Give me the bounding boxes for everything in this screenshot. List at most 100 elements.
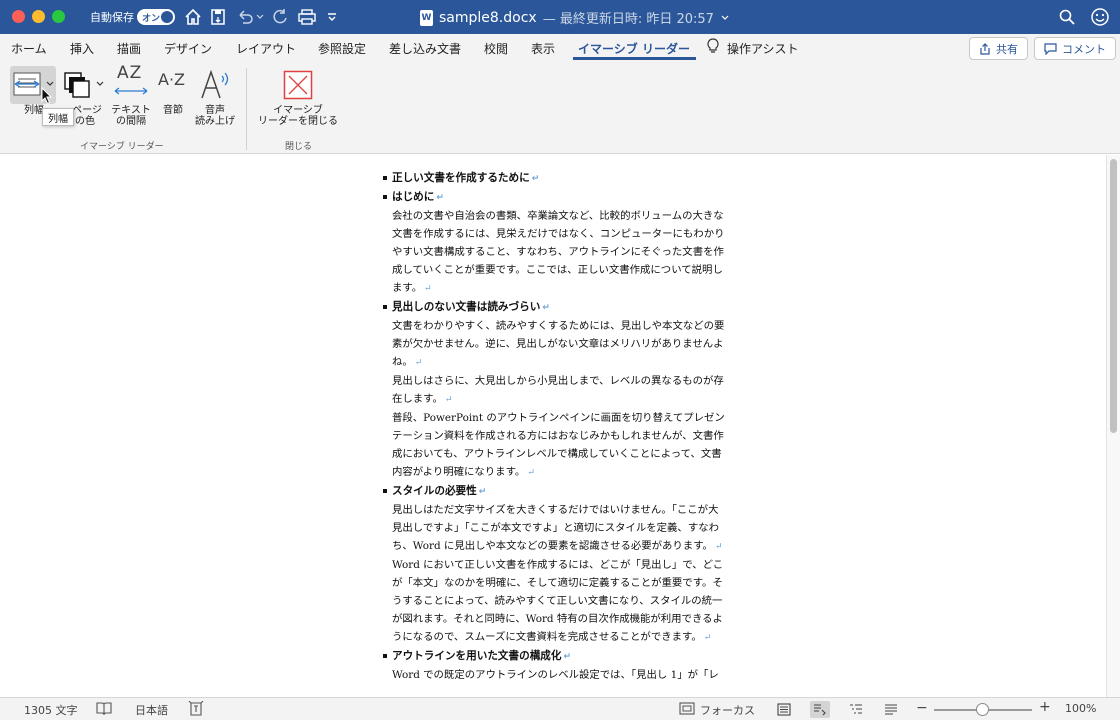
word-count[interactable]: 1305 文字 (24, 702, 78, 718)
print-layout-view-button[interactable] (774, 701, 794, 718)
autosave-toggle[interactable]: オン (137, 9, 175, 25)
read-aloud-button[interactable]: 音声 読み上げ (192, 62, 238, 127)
heading-2: はじめに ↵ (383, 188, 728, 207)
heading-5: アウトラインを用いた文書の構成化 ↵ (383, 647, 728, 666)
close-icon (283, 70, 313, 100)
paragraph-mark: ↵ (424, 284, 432, 294)
tab-draw[interactable]: 描画 (117, 40, 141, 57)
tab-references[interactable]: 参照設定 (318, 40, 366, 57)
accessibility-icon[interactable] (188, 700, 204, 720)
paragraph: 会社の文書や自治会の書類、卒業論文など、比較的ボリュームの大きな文書を作成するに… (383, 207, 728, 298)
syllables-label: 音節 (163, 105, 183, 116)
share-button[interactable]: 共有 (969, 37, 1028, 60)
paragraph: 普段、PowerPoint のアウトラインペインに画面を切り替えてプレゼンテーシ… (383, 409, 728, 482)
close-label-1: イマーシブ (273, 105, 323, 116)
tooltip: 列幅 (42, 108, 74, 126)
az-glyph: AZ (117, 63, 143, 83)
heading-3: 見出しのない文書は読みづらい ↵ (383, 298, 728, 317)
paragraph: Word において正しい文書を作成するには、どこが「見出し」で、どこが「本文」な… (383, 556, 728, 647)
ribbon-tab-bar: ホーム 挿入 描画 デザイン レイアウト 参照設定 差し込み文書 校閲 表示 イ… (0, 34, 1120, 62)
paragraph-mark: ↵ (527, 468, 535, 478)
tab-insert[interactable]: 挿入 (70, 40, 94, 57)
chevron-down-icon[interactable] (720, 13, 730, 23)
page-color-icon (64, 72, 104, 98)
zoom-level[interactable]: 100% (1065, 702, 1096, 715)
paragraph-mark: ↵ (531, 174, 540, 184)
autosave-label: 自動保存 (90, 11, 134, 24)
tab-review[interactable]: 校閲 (484, 40, 508, 57)
paragraph-mark: ↵ (478, 487, 487, 497)
undo-icon[interactable] (236, 6, 264, 28)
title-bar: 自動保存 オン W sample8.docx — 最終更新日時: 昨日 20:5… (0, 0, 1120, 34)
scrollbar-thumb[interactable] (1110, 159, 1117, 433)
focus-icon[interactable] (679, 702, 695, 718)
document-title: W sample8.docx — 最終更新日時: 昨日 20:57 (420, 8, 730, 27)
close-immersive-reader-button[interactable]: イマーシブ リーダーを閉じる (255, 62, 341, 128)
tab-design[interactable]: デザイン (164, 40, 212, 57)
paragraph-text: Word において正しい文書を作成するには、どこが「見出し」で、どこが「本文」な… (392, 559, 724, 643)
heading-text: 見出しのない文書は読みづらい (392, 301, 541, 313)
paragraph-mark: ↵ (542, 303, 550, 313)
immersive-view-icon (814, 704, 826, 716)
outline-view-button[interactable] (846, 701, 866, 718)
read-aloud-label-2: 読み上げ (195, 116, 235, 127)
home-icon[interactable] (184, 6, 202, 28)
paragraph-text: 文書をわかりやすく、読みやすくするためには、見出しや本文などの要素が欠かせません… (392, 320, 725, 368)
paragraph-mark: ↵ (414, 358, 423, 368)
paragraph-text: 会社の文書や自治会の書類、卒業論文など、比較的ボリュームの大きな文書を作成するに… (392, 210, 725, 294)
outline-view-icon (850, 704, 862, 714)
customize-icon[interactable] (326, 6, 338, 28)
autosave-state: オン (142, 14, 161, 24)
text-spacing-button[interactable]: AZ テキスト の間隔 (108, 62, 154, 128)
immersive-view-button[interactable] (810, 701, 830, 718)
vertical-scrollbar[interactable] (1106, 155, 1120, 697)
language[interactable]: 日本語 (135, 702, 168, 718)
close-label-2: リーダーを閉じる (258, 116, 338, 127)
redo-icon[interactable] (271, 6, 289, 28)
tab-mailings[interactable]: 差し込み文書 (389, 40, 461, 57)
word-file-icon: W (420, 9, 433, 26)
heading-1: 正しい文書を作成するために ↵ (383, 169, 728, 188)
column-width-label: 列幅 (24, 105, 44, 116)
paragraph: 文書をわかりやすく、読みやすくするためには、見出しや本文などの要素が欠かせません… (383, 317, 728, 372)
comment-button[interactable]: コメント (1034, 37, 1116, 60)
zoom-slider-thumb[interactable] (976, 703, 989, 716)
proofing-icon[interactable] (96, 701, 112, 719)
paragraph-mark: ↵ (703, 633, 712, 643)
lightbulb-icon (706, 38, 720, 57)
heading-text: はじめに (392, 191, 435, 203)
tab-immersive-reader[interactable]: イマーシブ リーダー (578, 40, 690, 57)
zoom-out-button[interactable]: − (916, 700, 928, 716)
print-icon[interactable] (297, 6, 317, 28)
share-label: 共有 (996, 42, 1018, 56)
paragraph-text: 見出しはさらに、大見出しから小見出しまで、レベルの異なるものが存在します。 (392, 375, 724, 405)
feedback-icon[interactable] (1090, 6, 1110, 28)
tab-view[interactable]: 表示 (531, 40, 555, 57)
paragraph-mark: ↵ (563, 652, 572, 662)
text-spacing-label-1: テキスト (111, 105, 151, 116)
syllables-button[interactable]: A·Z 音節 (154, 62, 192, 122)
draft-view-icon (885, 704, 897, 715)
search-icon[interactable] (1058, 6, 1076, 28)
paragraph: 見出しはさらに、大見出しから小見出しまで、レベルの異なるものが存在します。 ↵ (383, 372, 728, 409)
paragraph-mark: ↵ (444, 395, 453, 405)
paragraph-text: Word での既定のアウトラインのレベル設定では、「見出し 1」が「レ (392, 669, 719, 681)
zoom-in-button[interactable]: + (1039, 699, 1051, 715)
tab-home[interactable]: ホーム (11, 40, 47, 57)
draft-view-button[interactable] (881, 701, 901, 718)
save-icon[interactable] (209, 6, 227, 28)
focus-label[interactable]: フォーカス (700, 702, 755, 718)
syllables-icon: A·Z (158, 70, 185, 89)
read-aloud-label-1: 音声 (205, 105, 225, 116)
window-minimize-button[interactable] (32, 10, 45, 23)
group-divider (246, 68, 247, 150)
tab-tell-me[interactable]: 操作アシスト (727, 40, 799, 57)
document-area[interactable]: 正しい文書を作成するために ↵ はじめに ↵ 会社の文書や自治会の書類、卒業論文など… (0, 155, 1106, 697)
window-close-button[interactable] (12, 10, 25, 23)
document-page[interactable]: 正しい文書を作成するために ↵ はじめに ↵ 会社の文書や自治会の書類、卒業論文など… (383, 169, 728, 684)
paragraph-text: 見出しはただ文字サイズを大きくするだけではいけません。「ここが大見出しですよ」「… (392, 504, 719, 552)
share-icon (980, 42, 990, 55)
window-maximize-button[interactable] (52, 10, 65, 23)
active-tab-indicator (573, 57, 696, 60)
tab-layout[interactable]: レイアウト (236, 40, 296, 57)
